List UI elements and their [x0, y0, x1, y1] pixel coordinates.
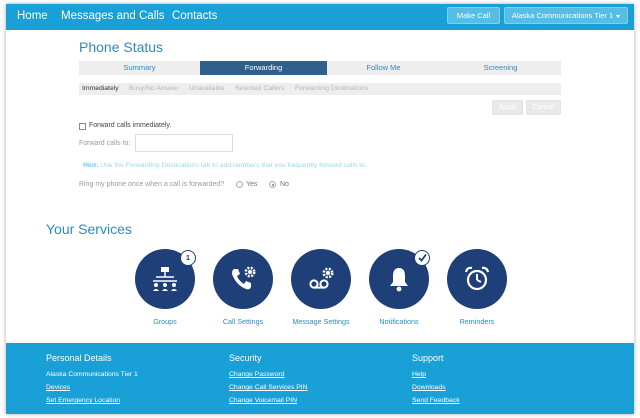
- footer: Personal Details Alaska Communications T…: [6, 343, 634, 414]
- groups-icon: [153, 267, 177, 291]
- forwarding-subtabs: Immediately Busy/No Answer Unavailable S…: [79, 83, 561, 95]
- footer-change-password-link[interactable]: Change Password: [229, 368, 308, 381]
- footer-change-pin-link[interactable]: Change Call Services PIN: [229, 381, 308, 394]
- subtab-unavailable[interactable]: Unavailable: [189, 83, 225, 95]
- hint-body: Use the Forwarding Destinations tab to a…: [100, 162, 367, 169]
- app-frame: Home Messages and Calls Contacts Make Ca…: [6, 4, 634, 414]
- footer-change-voicemail-pin-link[interactable]: Change Voicemail PIN: [229, 394, 308, 407]
- tab-summary[interactable]: Summary: [79, 61, 200, 75]
- hint-text: Hint: Use the Forwarding Destinations ta…: [83, 162, 367, 169]
- hint-prefix: Hint:: [83, 162, 99, 169]
- forward-immediately-checkbox[interactable]: [79, 123, 86, 130]
- subtab-selected-callers[interactable]: Selected Callers: [235, 83, 285, 95]
- notifications-service-label[interactable]: Notifications: [364, 317, 434, 327]
- ring-no-radio[interactable]: [269, 181, 276, 188]
- footer-security-column: Security Change Password Change Call Ser…: [229, 353, 308, 407]
- forward-to-label: Forward calls to:: [79, 140, 131, 147]
- voicemail-gear-icon: [309, 267, 334, 289]
- apply-button[interactable]: Apply: [492, 100, 523, 115]
- chevron-down-icon: [616, 14, 621, 18]
- cancel-button[interactable]: Cancel: [526, 100, 561, 115]
- footer-downloads-link[interactable]: Downloads: [412, 381, 460, 394]
- make-call-button[interactable]: Make Call: [447, 7, 500, 24]
- tab-follow-me[interactable]: Follow Me: [327, 61, 440, 75]
- groups-count-badge: 1: [180, 250, 196, 266]
- page-title: Phone Status: [79, 39, 164, 55]
- services-title: Your Services: [46, 221, 132, 237]
- footer-account-name: Alaska Communications Tier 1: [46, 371, 138, 378]
- footer-support-heading: Support: [412, 353, 444, 363]
- message-settings-service-label[interactable]: Message Settings: [286, 317, 356, 327]
- call-settings-service-button[interactable]: [213, 249, 273, 309]
- footer-support-column: Support Help Downloads Send Feedback: [412, 353, 460, 407]
- footer-personal-column: Personal Details Alaska Communications T…: [46, 353, 138, 407]
- ring-yes-label: Yes: [246, 181, 258, 188]
- ring-no-label: No: [280, 181, 289, 188]
- reminders-service-label[interactable]: Reminders: [442, 317, 512, 327]
- message-settings-service-button[interactable]: [291, 249, 351, 309]
- account-menu-label: Alaska Communications Tier 1: [511, 11, 614, 20]
- subtab-busy-no-answer[interactable]: Busy/No Answer: [129, 83, 179, 95]
- phone-gear-icon: [232, 266, 256, 290]
- top-nav: Home Messages and Calls Contacts Make Ca…: [6, 4, 634, 30]
- tab-forwarding[interactable]: Forwarding: [200, 61, 327, 75]
- groups-service-label[interactable]: Groups: [130, 317, 200, 327]
- forward-to-input[interactable]: [135, 134, 233, 152]
- notifications-check-badge: [414, 250, 430, 266]
- forward-immediately-label: Forward calls immediately.: [89, 122, 172, 129]
- call-settings-service-label[interactable]: Call Settings: [208, 317, 278, 327]
- subtab-immediately[interactable]: Immediately: [82, 83, 119, 95]
- ring-yes-radio[interactable]: [236, 181, 243, 188]
- footer-personal-heading: Personal Details: [46, 353, 112, 363]
- bell-icon: [390, 268, 408, 292]
- nav-home-link[interactable]: Home: [17, 10, 48, 22]
- footer-send-feedback-link[interactable]: Send Feedback: [412, 394, 460, 407]
- phone-status-tabs: Summary Forwarding Follow Me Screening: [79, 61, 561, 75]
- footer-emergency-location-link[interactable]: Set Emergency Location: [46, 394, 138, 407]
- subtab-forwarding-destinations[interactable]: Forwarding Destinations: [295, 83, 368, 95]
- footer-security-heading: Security: [229, 353, 262, 363]
- alarm-clock-icon: [464, 266, 490, 291]
- check-icon: [417, 253, 427, 262]
- nav-messages-and-calls-link[interactable]: Messages and Calls: [61, 10, 165, 22]
- ring-phone-label: Ring my phone once when a call is forwar…: [79, 181, 225, 188]
- reminders-service-button[interactable]: [447, 249, 507, 309]
- footer-devices-link[interactable]: Devices: [46, 381, 138, 394]
- footer-help-link[interactable]: Help: [412, 368, 460, 381]
- account-menu-button[interactable]: Alaska Communications Tier 1: [504, 7, 628, 24]
- tab-screening[interactable]: Screening: [440, 61, 561, 75]
- nav-contacts-link[interactable]: Contacts: [172, 10, 217, 22]
